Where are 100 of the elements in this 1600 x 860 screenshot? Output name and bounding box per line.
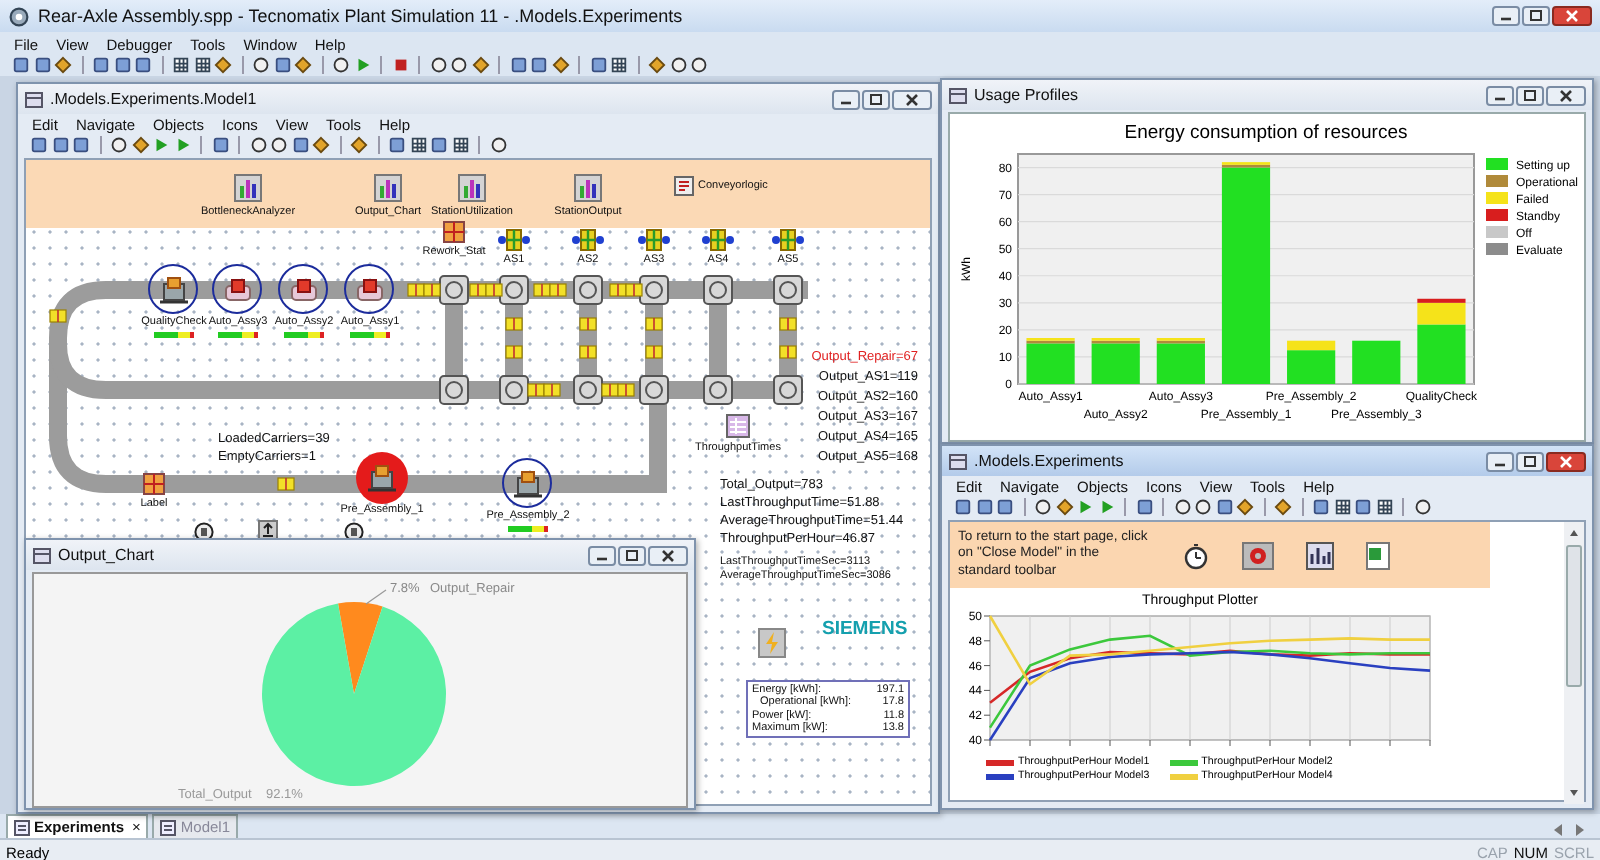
cross-icon[interactable]	[772, 226, 804, 254]
bar-chart-icon[interactable]	[574, 174, 602, 202]
maximize-button[interactable]	[618, 545, 646, 565]
circle-icon[interactable]	[110, 136, 128, 154]
square-icon[interactable]	[975, 498, 993, 516]
grid-icon[interactable]	[451, 136, 469, 154]
cross-icon[interactable]	[638, 226, 670, 254]
arrow-up-icon[interactable]	[258, 520, 278, 540]
grid-icon[interactable]	[610, 56, 628, 74]
machine-icon[interactable]	[158, 276, 190, 304]
circle-icon[interactable]	[1413, 498, 1431, 516]
arrow-right-icon[interactable]	[1574, 822, 1586, 838]
circle-icon[interactable]	[450, 56, 468, 74]
square-icon[interactable]	[134, 56, 152, 74]
close-button[interactable]	[1552, 6, 1592, 26]
cross-icon[interactable]	[702, 226, 734, 254]
robot-icon[interactable]	[288, 276, 320, 304]
close-button[interactable]	[1546, 451, 1586, 471]
circle-icon[interactable]	[1173, 498, 1191, 516]
robot-icon[interactable]	[354, 276, 386, 304]
square-icon[interactable]	[30, 136, 48, 154]
square-icon[interactable]	[92, 56, 110, 74]
square-icon[interactable]	[430, 136, 448, 154]
square-icon[interactable]	[954, 498, 972, 516]
minimize-button[interactable]	[1486, 451, 1514, 471]
grid-icon[interactable]	[1375, 498, 1393, 516]
circle-icon[interactable]	[669, 56, 687, 74]
robot-icon[interactable]	[222, 276, 254, 304]
square-icon[interactable]	[388, 136, 406, 154]
square-icon[interactable]	[1354, 498, 1372, 516]
circle-icon[interactable]	[489, 136, 507, 154]
bar-chart-icon[interactable]	[458, 174, 486, 202]
close-button[interactable]	[892, 89, 932, 109]
table-icon[interactable]	[726, 414, 750, 438]
circle-icon[interactable]	[429, 56, 447, 74]
diamond-icon[interactable]	[312, 136, 330, 154]
utilization-bar	[218, 332, 258, 338]
diamond-icon[interactable]	[1236, 498, 1254, 516]
square-icon[interactable]	[530, 56, 548, 74]
window-title: Rear-Axle Assembly.spp - Tecnomatix Plant Simulation 11 - .Models.Experiments	[38, 6, 685, 26]
square-icon[interactable]	[589, 56, 607, 74]
diamond-icon[interactable]	[350, 136, 368, 154]
circle-icon[interactable]	[1194, 498, 1212, 516]
circle-icon[interactable]	[332, 56, 350, 74]
square-icon[interactable]	[113, 56, 131, 74]
box-icon[interactable]	[138, 470, 170, 498]
square-icon[interactable]	[33, 56, 51, 74]
diamond-icon[interactable]	[1055, 498, 1073, 516]
window-title: Usage Profiles	[974, 86, 1081, 104]
cross-icon[interactable]	[498, 226, 530, 254]
square-icon[interactable]	[72, 136, 90, 154]
diamond-icon[interactable]	[131, 136, 149, 154]
minimize-button[interactable]	[1492, 6, 1520, 26]
close-button[interactable]	[1546, 85, 1586, 105]
stopwatch-icon[interactable]	[1182, 541, 1210, 569]
cross-icon[interactable]	[572, 226, 604, 254]
gear-icon[interactable]	[1242, 541, 1274, 569]
minimize-button[interactable]	[1486, 85, 1514, 105]
square-icon[interactable]	[1312, 498, 1330, 516]
spreadsheet-icon[interactable]	[1366, 541, 1390, 569]
circle-icon[interactable]	[252, 56, 270, 74]
chart-icon[interactable]	[1306, 541, 1334, 569]
window-title: .Models.Experiments	[974, 452, 1126, 470]
utilization-bar	[284, 332, 324, 338]
square-icon[interactable]	[1215, 498, 1233, 516]
close-button[interactable]	[648, 545, 688, 565]
maximize-button[interactable]	[1516, 85, 1544, 105]
document-icon[interactable]	[674, 176, 694, 196]
minimize-button[interactable]	[588, 545, 616, 565]
grid-icon[interactable]	[1333, 498, 1351, 516]
machine-icon[interactable]	[366, 464, 398, 492]
square-icon[interactable]	[51, 136, 69, 154]
carrier	[579, 345, 597, 359]
grid-icon[interactable]	[193, 56, 211, 74]
circle-icon[interactable]	[249, 136, 267, 154]
grid-icon[interactable]	[409, 136, 427, 154]
scrollbar[interactable]	[1564, 522, 1584, 804]
circle-icon[interactable]	[1034, 498, 1052, 516]
square-icon[interactable]	[273, 56, 291, 74]
square-icon[interactable]	[12, 56, 30, 74]
square-icon[interactable]	[1135, 498, 1153, 516]
maximize-button[interactable]	[862, 89, 890, 109]
square-icon[interactable]	[509, 56, 527, 74]
square-icon[interactable]	[211, 136, 229, 154]
square-icon[interactable]	[996, 498, 1014, 516]
minimize-button[interactable]	[832, 89, 860, 109]
maximize-button[interactable]	[1522, 6, 1550, 26]
machine-icon[interactable]	[512, 470, 544, 498]
diamond-icon[interactable]	[1274, 498, 1292, 516]
bar-chart-icon[interactable]	[374, 174, 402, 202]
circle-icon[interactable]	[690, 56, 708, 74]
arrow-left-icon[interactable]	[1552, 822, 1564, 838]
bar-chart-icon[interactable]	[234, 174, 262, 202]
grid-icon[interactable]	[172, 56, 190, 74]
stop-icon[interactable]	[391, 56, 409, 74]
turntable	[639, 275, 669, 305]
maximize-button[interactable]	[1516, 451, 1544, 471]
square-icon[interactable]	[291, 136, 309, 154]
box-icon[interactable]	[438, 218, 470, 246]
circle-icon[interactable]	[270, 136, 288, 154]
